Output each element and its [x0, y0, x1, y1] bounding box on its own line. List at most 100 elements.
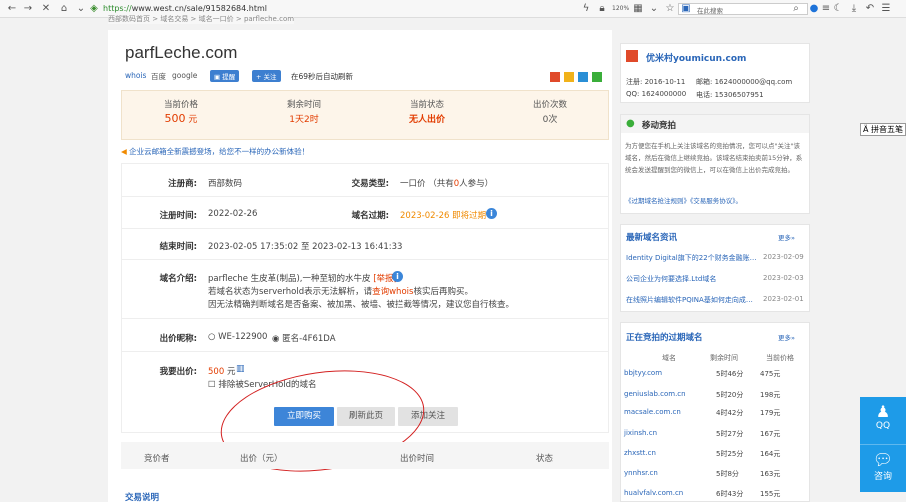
refresh-note: 在69秒后自动刷新 — [291, 72, 354, 81]
back-icon[interactable]: ← — [6, 3, 18, 15]
stat-value-price: 500 元 — [131, 112, 231, 125]
remaining-time: 5时8分 — [716, 470, 739, 478]
chevron-down-icon[interactable]: ⌄ — [75, 3, 87, 15]
chart-icon[interactable]: ▥ — [236, 364, 245, 374]
col-bidder: 竞价者 — [144, 454, 170, 464]
news-date: 2023-02-03 — [763, 274, 804, 282]
nickname-2: 匿名-4F61DA — [282, 334, 336, 344]
news-item[interactable]: Identity Digital旗下的22个财务金融账… — [626, 253, 756, 263]
info-icon[interactable]: i — [486, 208, 497, 219]
news-item[interactable]: 在线照片编辑软件PQINA基如何走向成… — [626, 295, 756, 305]
table-row[interactable]: macsale.com.cn — [624, 408, 681, 416]
whois-link[interactable]: whois — [125, 71, 146, 80]
url-scheme: https:// — [103, 4, 132, 13]
registrar-label: 注册商: — [168, 179, 197, 189]
domain-link[interactable]: zhxstt.cn — [624, 449, 656, 457]
table-row[interactable]: bbjtyy.com — [624, 369, 662, 377]
divider — [122, 259, 608, 260]
domain-link[interactable]: ynnhsr.cn — [624, 469, 658, 477]
stat-value-status: 无人出价 — [408, 115, 445, 125]
domain-link[interactable]: macsale.com.cn — [624, 408, 681, 416]
ime-label: 拼音五笔 — [871, 125, 904, 134]
qzone-icon[interactable] — [564, 72, 574, 82]
price: 179元 — [760, 409, 781, 417]
divider — [122, 351, 608, 352]
mobile-auction-text: 为方便您在手机上关注该域名的竞拍情况，您可以点"关注"该域名，然后在微信上继续竞… — [625, 142, 803, 174]
trade-type-suffix: 人参与） — [459, 179, 494, 189]
seller-name[interactable]: 优米村youmicun.com — [646, 51, 746, 64]
table-row[interactable]: geniuslab.com.cn — [624, 390, 686, 398]
promo-notice[interactable]: ◀ 企业云邮箱全新震撼登场，给您不一样的办公新体验！ — [121, 146, 309, 157]
news-item[interactable]: 公司企业为何要选择.Ltd域名 — [626, 274, 716, 284]
stat-value-bids: 0次 — [542, 115, 558, 125]
reg-time-value: 2022-02-26 — [208, 209, 258, 219]
news-more-link[interactable]: 更多» — [778, 232, 795, 242]
email-value: 1624000000@qq.com — [714, 78, 793, 86]
menu-icon[interactable]: ≡ — [820, 3, 832, 15]
domain-link[interactable]: geniuslab.com.cn — [624, 390, 686, 398]
google-link[interactable]: google — [172, 71, 197, 80]
divider — [122, 318, 608, 319]
url-text: www.west.cn/sale/91582684.html — [131, 4, 267, 13]
trade-note-heading: 交易说明 — [125, 493, 160, 502]
info-icon[interactable]: i — [392, 271, 403, 282]
star-icon[interactable]: ☆ — [664, 3, 676, 15]
nickname-option-1[interactable]: ○ WE-122900 — [208, 332, 267, 342]
zoom-level[interactable]: 120% — [612, 5, 629, 12]
shop-icon — [626, 50, 638, 62]
chat-icon: 💬︎ — [872, 450, 894, 469]
night-mode-icon[interactable]: ☾ — [832, 3, 844, 15]
stat-label-time: 剩余时间 — [286, 100, 321, 110]
close-icon[interactable]: ✕ — [40, 3, 52, 15]
wechat-icon[interactable] — [592, 72, 602, 82]
grid-icon[interactable]: ▦ — [632, 3, 644, 15]
account-icon[interactable]: ● — [808, 3, 820, 15]
col-time: 出价时间 — [400, 454, 435, 464]
bid-input[interactable]: 500 元 — [208, 365, 235, 377]
table-row[interactable]: hualvfalv.com.cn — [624, 489, 683, 497]
download-icon[interactable]: ⤓ — [848, 3, 860, 15]
lightning-icon[interactable]: ϟ — [580, 3, 592, 15]
home-icon[interactable]: ⌂ — [58, 3, 70, 15]
weibo-icon[interactable] — [550, 72, 560, 82]
chevron-down-icon[interactable]: ⌄ — [648, 3, 660, 15]
table-row[interactable]: jixinsh.cn — [624, 429, 657, 437]
end-time-label: 结束时间: — [159, 242, 197, 252]
phone-label: 电话: — [696, 91, 713, 99]
whois-query-link[interactable]: 查询whois — [372, 287, 413, 297]
expired-more-link[interactable]: 更多» — [778, 332, 795, 342]
nickname-option-2[interactable]: ◉ 匿名-4F61DA — [272, 332, 336, 344]
consult-float-button[interactable]: 💬︎ 咨询 — [860, 444, 906, 492]
qq-label: QQ — [875, 421, 891, 431]
search-icon[interactable]: ⌕ — [790, 3, 802, 15]
remind-button[interactable]: ▣ 提醒 — [210, 70, 240, 82]
follow-button[interactable]: + 关注 — [252, 70, 281, 82]
menu-icon[interactable]: ☰ — [880, 3, 892, 15]
domain-link[interactable]: jixinsh.cn — [624, 429, 657, 437]
search-placeholder: 在此搜索 — [697, 7, 723, 15]
expired-title: 正在竞拍的过期域名 — [626, 333, 703, 343]
table-row[interactable]: ynnhsr.cn — [624, 469, 658, 477]
search-input[interactable]: 在此搜索 — [678, 3, 808, 15]
qq-float-button[interactable]: ♟ QQ — [860, 397, 906, 444]
seller-email: 邮箱: 1624000000@qq.com — [696, 77, 792, 87]
price: 198元 — [760, 391, 781, 399]
divider — [122, 196, 608, 197]
end-time-value: 2023-02-05 17:35:02 至 2023-02-13 16:41:3… — [208, 242, 403, 252]
price: 164元 — [760, 450, 781, 458]
undo-icon[interactable]: ↶ — [864, 3, 876, 15]
price: 163元 — [760, 470, 781, 478]
forward-icon[interactable]: → — [22, 3, 34, 15]
stat-label-status: 当前状态 — [409, 100, 444, 110]
address-bar[interactable]: https://www.west.cn/sale/91582684.html — [103, 4, 267, 13]
table-row[interactable]: zhxstt.cn — [624, 449, 656, 457]
rules-links[interactable]: 《过期域名抢注规则》《交易服务协议》。 — [625, 195, 742, 205]
domain-link[interactable]: hualvfalv.com.cn — [624, 489, 683, 497]
qq-value: 1624000000 — [641, 90, 687, 98]
remaining-time: 4时42分 — [716, 409, 744, 417]
domain-link[interactable]: bbjtyy.com — [624, 369, 662, 377]
baidu-link[interactable]: 百度 — [151, 71, 166, 82]
consult-label: 咨询 — [873, 472, 892, 482]
intro-label: 域名介绍: — [159, 274, 197, 284]
qq-share-icon[interactable] — [578, 72, 588, 82]
